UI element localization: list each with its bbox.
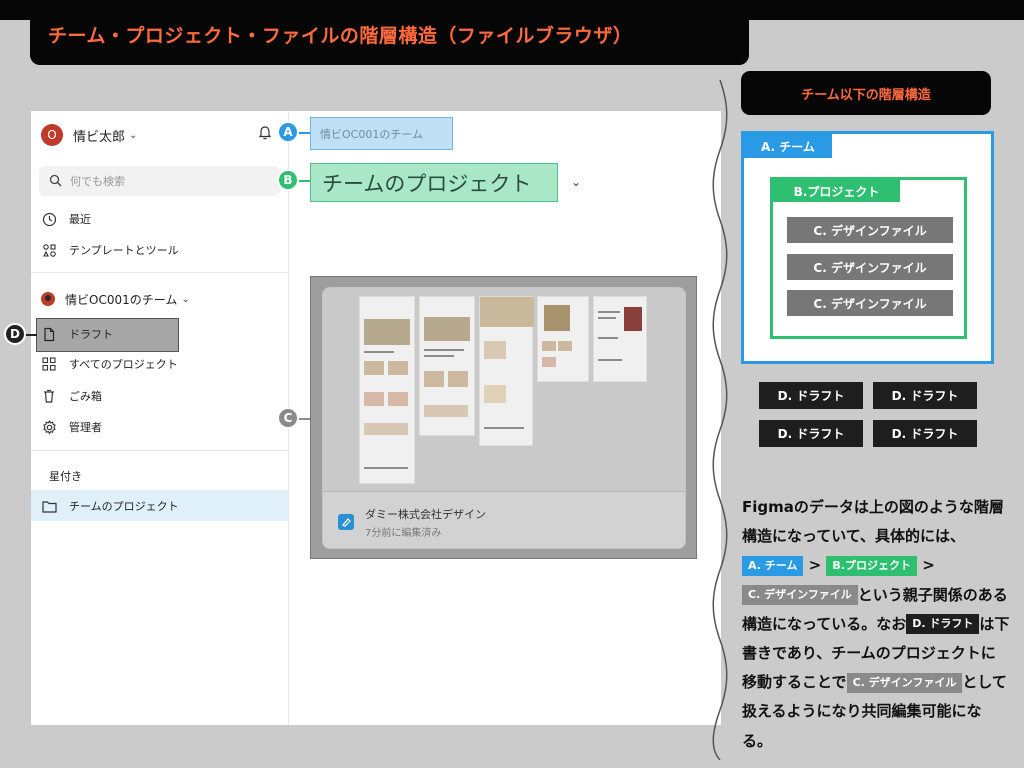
search-input[interactable]: 何でも検索	[39, 166, 280, 196]
marker-c-line	[298, 418, 310, 420]
marker-c: C	[277, 407, 299, 429]
file-info: ダミー株式会社デザイン 7分前に編集済み	[323, 492, 685, 548]
chevron-down-icon[interactable]: ⌄	[571, 175, 581, 189]
sidebar-item-drafts[interactable]: ドラフト	[41, 323, 113, 345]
wavy-divider	[712, 80, 728, 760]
user-name: 情ビ太郎	[73, 129, 126, 145]
bell-icon[interactable]	[257, 125, 273, 141]
marker-a-line	[298, 132, 310, 134]
thumbnail-page	[537, 296, 589, 382]
folder-icon	[41, 498, 57, 514]
draft-chip: D. ドラフト	[873, 382, 977, 409]
starred-item-row: チームのプロジェクト	[41, 495, 179, 517]
sidebar: O 情ビ太郎 ⌄ 何でも検索 最近 テンプレートとツール 情ビOC001のチーム…	[31, 111, 289, 725]
desc-chip-team: A. チーム	[742, 555, 804, 576]
file-edited-time: 7分前に編集済み	[365, 528, 442, 539]
desc-chip-file: C. デザインファイル	[846, 672, 963, 693]
sidebar-item-recent[interactable]: 最近	[41, 208, 91, 230]
sidebar-item-all-projects[interactable]: すべてのプロジェクト	[41, 353, 178, 375]
divider	[31, 450, 289, 451]
marker-d: D	[4, 323, 26, 345]
draft-chip: D. ドラフト	[759, 420, 863, 447]
main-content: 情ビOC001のチーム チームのプロジェクト ⌄ ダミー株式会社デザイン 7分前…	[289, 111, 721, 725]
team-breadcrumb[interactable]: 情ビOC001のチーム	[310, 117, 453, 150]
thumbnail-page	[479, 296, 534, 446]
sidebar-item-label: テンプレートとツール	[69, 244, 179, 257]
sidebar-item-label: チームのプロジェクト	[69, 500, 179, 513]
title-banner: チーム・プロジェクト・ファイルの階層構造（ファイルブラウザ）	[30, 8, 749, 65]
sidebar-item-starred-project[interactable]: チームのプロジェクト	[31, 490, 288, 521]
sidebar-item-trash[interactable]: ごみ箱	[41, 385, 102, 407]
user-menu[interactable]: O 情ビ太郎 ⌄	[41, 123, 137, 147]
templates-icon	[41, 242, 57, 258]
search-placeholder: 何でも検索	[70, 175, 125, 188]
chevron-down-icon: ⌄	[181, 293, 190, 305]
desc-separator: >	[803, 556, 827, 575]
hierarchy-file-label: C. デザインファイル	[787, 217, 953, 243]
hierarchy-file-label: C. デザインファイル	[787, 254, 953, 280]
desc-chip-file: C. デザインファイル	[742, 585, 858, 606]
file-name: ダミー株式会社デザイン	[365, 508, 486, 521]
team-name: 情ビOC001のチーム	[65, 292, 178, 307]
file-browser: O 情ビ太郎 ⌄ 何でも検索 最近 テンプレートとツール 情ビOC001のチーム…	[31, 111, 721, 725]
sidebar-item-label: 管理者	[69, 421, 102, 434]
divider	[31, 272, 289, 273]
marker-b: B	[277, 169, 299, 191]
file-card[interactable]: ダミー株式会社デザイン 7分前に編集済み	[322, 287, 686, 549]
sidebar-item-label: 最近	[69, 213, 91, 226]
thumbnail-page	[593, 296, 647, 382]
hierarchy-team-label: A. チーム	[744, 134, 832, 158]
draft-chip: D. ドラフト	[759, 382, 863, 409]
hierarchy-file-label: C. デザインファイル	[787, 290, 953, 316]
trash-icon	[41, 388, 57, 404]
gear-icon	[41, 419, 57, 435]
file-highlight: ダミー株式会社デザイン 7分前に編集済み	[310, 276, 697, 559]
file-icon	[41, 326, 57, 342]
hierarchy-heading: チーム以下の階層構造	[741, 71, 991, 115]
marker-b-line	[298, 180, 310, 182]
file-thumbnail	[323, 288, 685, 491]
starred-heading: 星付き	[49, 470, 82, 483]
sidebar-item-label: ドラフト	[69, 328, 113, 341]
desc-chip-draft: D. ドラフト	[906, 614, 980, 635]
marker-d-line	[25, 334, 37, 336]
desc-separator: >	[917, 556, 935, 575]
marker-a: A	[277, 121, 299, 143]
desc-part: Figmaのデータは上の図のような階層構造になっていて、具体的には、	[742, 498, 1004, 546]
hierarchy-project-label: B.プロジェクト	[773, 180, 900, 202]
grid-icon	[41, 356, 57, 372]
clock-icon	[41, 211, 57, 227]
design-file-icon	[338, 514, 354, 530]
team-avatar	[41, 292, 55, 306]
avatar: O	[41, 124, 63, 146]
chevron-down-icon: ⌄	[129, 129, 138, 141]
sidebar-item-label: すべてのプロジェクト	[69, 358, 178, 371]
project-title: チームのプロジェクト	[310, 163, 558, 202]
description-text: Figmaのデータは上の図のような階層構造になっていて、具体的には、 A. チーム…	[742, 493, 1010, 756]
sidebar-item-templates[interactable]: テンプレートとツール	[41, 239, 179, 261]
draft-chip: D. ドラフト	[873, 420, 977, 447]
thumbnail-page	[359, 296, 415, 484]
team-switcher[interactable]: 情ビOC001のチーム ⌄	[41, 288, 190, 310]
sidebar-item-label: ごみ箱	[69, 390, 102, 403]
page-title: チーム・プロジェクト・ファイルの階層構造（ファイルブラウザ）	[48, 25, 633, 47]
thumbnail-page	[419, 296, 475, 436]
desc-chip-project: B.プロジェクト	[826, 555, 917, 576]
hierarchy-project-box: B.プロジェクト C. デザインファイル C. デザインファイル C. デザイン…	[770, 177, 967, 339]
search-icon	[49, 172, 62, 191]
sidebar-item-admin[interactable]: 管理者	[41, 416, 102, 438]
hierarchy-team-box: A. チーム B.プロジェクト C. デザインファイル C. デザインファイル …	[741, 131, 994, 364]
